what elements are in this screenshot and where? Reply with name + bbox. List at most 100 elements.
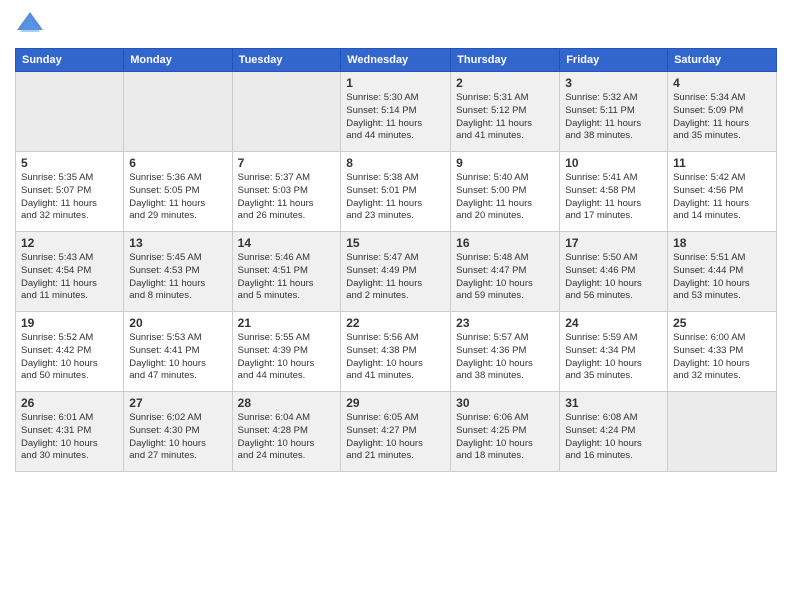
calendar-cell: 2Sunrise: 5:31 AM Sunset: 5:12 PM Daylig… bbox=[451, 72, 560, 152]
day-number: 19 bbox=[21, 316, 118, 330]
calendar-cell: 23 Sunrise: 5:57 AM Sunset: 4:36 PM Dayli… bbox=[451, 312, 560, 392]
day-info: Sunrise: 5:57 AM Sunset: 4:36 PM Dayligh… bbox=[456, 332, 554, 383]
calendar-cell: 8Sunrise: 5:38 AM Sunset: 5:01 PM Daylig… bbox=[341, 152, 451, 232]
weekday-header-sunday: Sunday bbox=[16, 49, 124, 72]
day-number: 5 bbox=[21, 156, 118, 170]
day-info: Sunrise: 5:55 AM Sunset: 4:39 PM Dayligh… bbox=[238, 332, 336, 383]
day-number: 16 bbox=[456, 236, 554, 250]
day-info: Sunrise: 5:52 AM Sunset: 4:42 PM Dayligh… bbox=[21, 332, 118, 383]
day-info: Sunrise: 5:40 AM Sunset: 5:00 PM Dayligh… bbox=[456, 172, 554, 223]
calendar-cell: 11 Sunrise: 5:42 AM Sunset: 4:56 PM Dayli… bbox=[668, 152, 777, 232]
calendar-cell: 14 Sunrise: 5:46 AM Sunset: 4:51 PM Dayli… bbox=[232, 232, 341, 312]
logo bbox=[15, 10, 49, 40]
calendar-cell: 22 Sunrise: 5:56 AM Sunset: 4:38 PM Dayli… bbox=[341, 312, 451, 392]
day-info: Sunrise: 5:35 AM Sunset: 5:07 PM Dayligh… bbox=[21, 172, 118, 223]
day-info: Sunrise: 5:46 AM Sunset: 4:51 PM Dayligh… bbox=[238, 252, 336, 303]
day-number: 8 bbox=[346, 156, 445, 170]
calendar-cell bbox=[232, 72, 341, 152]
calendar-cell: 12 Sunrise: 5:43 AM Sunset: 4:54 PM Dayli… bbox=[16, 232, 124, 312]
day-number: 28 bbox=[238, 396, 336, 410]
day-number: 20 bbox=[129, 316, 226, 330]
calendar-cell: 10 Sunrise: 5:41 AM Sunset: 4:58 PM Dayli… bbox=[560, 152, 668, 232]
header bbox=[15, 10, 777, 40]
calendar-cell: 9 Sunrise: 5:40 AM Sunset: 5:00 PM Daylig… bbox=[451, 152, 560, 232]
calendar-cell: 26 Sunrise: 6:01 AM Sunset: 4:31 PM Dayli… bbox=[16, 392, 124, 472]
day-number: 1 bbox=[346, 76, 445, 90]
day-info: Sunrise: 5:59 AM Sunset: 4:34 PM Dayligh… bbox=[565, 332, 662, 383]
day-number: 11 bbox=[673, 156, 771, 170]
calendar-week-row: 19 Sunrise: 5:52 AM Sunset: 4:42 PM Dayli… bbox=[16, 312, 777, 392]
day-info: Sunrise: 5:53 AM Sunset: 4:41 PM Dayligh… bbox=[129, 332, 226, 383]
day-info: Sunrise: 5:36 AM Sunset: 5:05 PM Dayligh… bbox=[129, 172, 226, 223]
day-info: Sunrise: 5:56 AM Sunset: 4:38 PM Dayligh… bbox=[346, 332, 445, 383]
calendar-table: SundayMondayTuesdayWednesdayThursdayFrid… bbox=[15, 48, 777, 472]
calendar-cell: 27Sunrise: 6:02 AM Sunset: 4:30 PM Dayli… bbox=[124, 392, 232, 472]
day-number: 22 bbox=[346, 316, 445, 330]
day-number: 9 bbox=[456, 156, 554, 170]
calendar-cell: 4Sunrise: 5:34 AM Sunset: 5:09 PM Daylig… bbox=[668, 72, 777, 152]
calendar-cell bbox=[668, 392, 777, 472]
day-info: Sunrise: 5:30 AM Sunset: 5:14 PM Dayligh… bbox=[346, 92, 445, 143]
day-number: 31 bbox=[565, 396, 662, 410]
calendar-cell: 25 Sunrise: 6:00 AM Sunset: 4:33 PM Dayli… bbox=[668, 312, 777, 392]
day-info: Sunrise: 6:06 AM Sunset: 4:25 PM Dayligh… bbox=[456, 412, 554, 463]
day-info: Sunrise: 6:00 AM Sunset: 4:33 PM Dayligh… bbox=[673, 332, 771, 383]
day-info: Sunrise: 6:02 AM Sunset: 4:30 PM Dayligh… bbox=[129, 412, 226, 463]
calendar-cell: 3 Sunrise: 5:32 AM Sunset: 5:11 PM Daylig… bbox=[560, 72, 668, 152]
calendar-cell: 30 Sunrise: 6:06 AM Sunset: 4:25 PM Dayli… bbox=[451, 392, 560, 472]
day-info: Sunrise: 5:34 AM Sunset: 5:09 PM Dayligh… bbox=[673, 92, 771, 143]
day-number: 10 bbox=[565, 156, 662, 170]
day-number: 12 bbox=[21, 236, 118, 250]
day-info: Sunrise: 5:31 AM Sunset: 5:12 PM Dayligh… bbox=[456, 92, 554, 143]
calendar-cell: 18Sunrise: 5:51 AM Sunset: 4:44 PM Dayli… bbox=[668, 232, 777, 312]
calendar-cell: 28 Sunrise: 6:04 AM Sunset: 4:28 PM Dayli… bbox=[232, 392, 341, 472]
day-number: 30 bbox=[456, 396, 554, 410]
day-info: Sunrise: 5:48 AM Sunset: 4:47 PM Dayligh… bbox=[456, 252, 554, 303]
day-number: 17 bbox=[565, 236, 662, 250]
calendar-cell: 19 Sunrise: 5:52 AM Sunset: 4:42 PM Dayli… bbox=[16, 312, 124, 392]
weekday-header-thursday: Thursday bbox=[451, 49, 560, 72]
day-number: 25 bbox=[673, 316, 771, 330]
day-info: Sunrise: 5:42 AM Sunset: 4:56 PM Dayligh… bbox=[673, 172, 771, 223]
calendar-cell: 20 Sunrise: 5:53 AM Sunset: 4:41 PM Dayli… bbox=[124, 312, 232, 392]
calendar-cell: 1 Sunrise: 5:30 AM Sunset: 5:14 PM Daylig… bbox=[341, 72, 451, 152]
calendar-cell: 29Sunrise: 6:05 AM Sunset: 4:27 PM Dayli… bbox=[341, 392, 451, 472]
weekday-header-wednesday: Wednesday bbox=[341, 49, 451, 72]
day-number: 3 bbox=[565, 76, 662, 90]
day-info: Sunrise: 5:32 AM Sunset: 5:11 PM Dayligh… bbox=[565, 92, 662, 143]
day-info: Sunrise: 6:04 AM Sunset: 4:28 PM Dayligh… bbox=[238, 412, 336, 463]
calendar-cell: 24Sunrise: 5:59 AM Sunset: 4:34 PM Dayli… bbox=[560, 312, 668, 392]
day-info: Sunrise: 6:01 AM Sunset: 4:31 PM Dayligh… bbox=[21, 412, 118, 463]
day-number: 26 bbox=[21, 396, 118, 410]
calendar-cell: 5 Sunrise: 5:35 AM Sunset: 5:07 PM Daylig… bbox=[16, 152, 124, 232]
weekday-header-tuesday: Tuesday bbox=[232, 49, 341, 72]
calendar-week-row: 12 Sunrise: 5:43 AM Sunset: 4:54 PM Dayli… bbox=[16, 232, 777, 312]
day-number: 7 bbox=[238, 156, 336, 170]
calendar-week-row: 26 Sunrise: 6:01 AM Sunset: 4:31 PM Dayli… bbox=[16, 392, 777, 472]
calendar-header-row: SundayMondayTuesdayWednesdayThursdayFrid… bbox=[16, 49, 777, 72]
calendar-cell: 6 Sunrise: 5:36 AM Sunset: 5:05 PM Daylig… bbox=[124, 152, 232, 232]
page-container: SundayMondayTuesdayWednesdayThursdayFrid… bbox=[0, 0, 792, 482]
day-number: 15 bbox=[346, 236, 445, 250]
calendar-cell: 15 Sunrise: 5:47 AM Sunset: 4:49 PM Dayli… bbox=[341, 232, 451, 312]
day-info: Sunrise: 5:45 AM Sunset: 4:53 PM Dayligh… bbox=[129, 252, 226, 303]
day-number: 6 bbox=[129, 156, 226, 170]
day-number: 23 bbox=[456, 316, 554, 330]
day-info: Sunrise: 5:41 AM Sunset: 4:58 PM Dayligh… bbox=[565, 172, 662, 223]
calendar-cell: 16 Sunrise: 5:48 AM Sunset: 4:47 PM Dayli… bbox=[451, 232, 560, 312]
weekday-header-saturday: Saturday bbox=[668, 49, 777, 72]
day-info: Sunrise: 5:43 AM Sunset: 4:54 PM Dayligh… bbox=[21, 252, 118, 303]
calendar-cell: 13 Sunrise: 5:45 AM Sunset: 4:53 PM Dayli… bbox=[124, 232, 232, 312]
day-number: 13 bbox=[129, 236, 226, 250]
calendar-cell: 31Sunrise: 6:08 AM Sunset: 4:24 PM Dayli… bbox=[560, 392, 668, 472]
calendar-cell bbox=[16, 72, 124, 152]
day-number: 21 bbox=[238, 316, 336, 330]
calendar-cell: 21 Sunrise: 5:55 AM Sunset: 4:39 PM Dayli… bbox=[232, 312, 341, 392]
day-info: Sunrise: 5:47 AM Sunset: 4:49 PM Dayligh… bbox=[346, 252, 445, 303]
day-number: 14 bbox=[238, 236, 336, 250]
day-number: 18 bbox=[673, 236, 771, 250]
weekday-header-friday: Friday bbox=[560, 49, 668, 72]
calendar-cell: 7Sunrise: 5:37 AM Sunset: 5:03 PM Daylig… bbox=[232, 152, 341, 232]
calendar-week-row: 5 Sunrise: 5:35 AM Sunset: 5:07 PM Daylig… bbox=[16, 152, 777, 232]
day-info: Sunrise: 5:50 AM Sunset: 4:46 PM Dayligh… bbox=[565, 252, 662, 303]
